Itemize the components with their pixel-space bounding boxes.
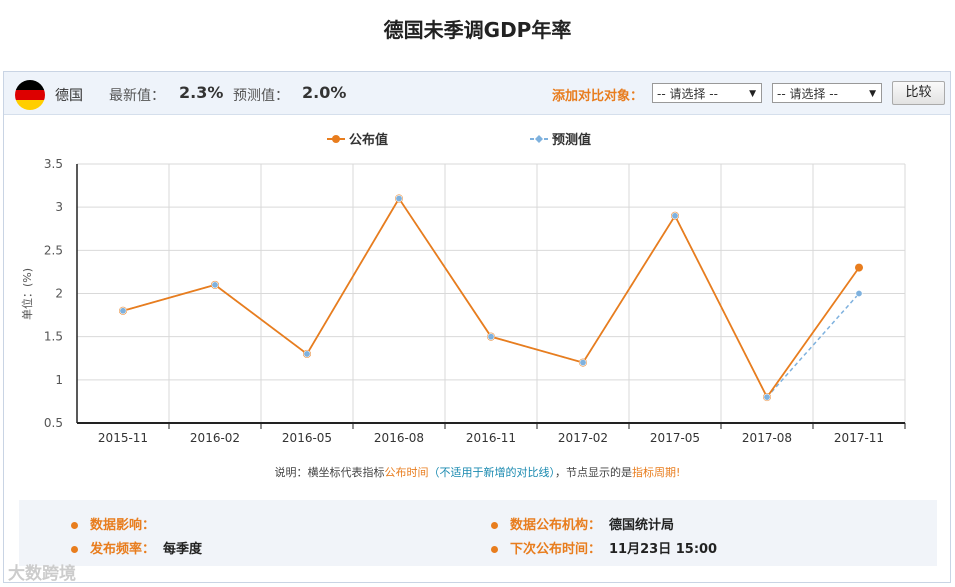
- compare-select-2-value: -- 请选择 --: [777, 87, 838, 101]
- y-axis-label: 单位：(%): [20, 268, 34, 320]
- forecast-point: [303, 350, 311, 358]
- compare-button[interactable]: 比较: [892, 81, 945, 105]
- x-tick-label: 2016-02: [190, 431, 240, 445]
- legend-forecast-label: 预测值: [552, 132, 591, 148]
- actual-series-line: [122, 196, 860, 399]
- note-middle: ，节点显示的是: [555, 466, 633, 479]
- y-tick-label: 1: [55, 373, 63, 387]
- header-bar: 德国 最新值： 2.3% 预测值： 2.0% 添加对比对象： -- 请选择 --…: [4, 72, 950, 115]
- frequency-value: 每季度: [163, 542, 203, 557]
- y-tick-label: 3: [55, 200, 63, 214]
- compare-label: 添加对比对象：: [552, 89, 644, 104]
- line-chart: 0.5 1 1.5 2 2.5 3 3.5 2015-11 2016-02 2016-05 2016…: [20, 132, 906, 445]
- dropdown-arrow-icon: ▼: [749, 89, 756, 99]
- compare-select-2[interactable]: -- 请选择 -- ▼: [772, 83, 882, 103]
- note-not-applicable: （不适用于新增的对比线）: [428, 466, 556, 479]
- impact-label: 数据影响：: [90, 518, 156, 533]
- x-tick-label: 2016-05: [282, 431, 332, 445]
- legend-actual-label: 公布值: [349, 132, 388, 148]
- x-tick-label: 2015-11: [98, 431, 148, 445]
- info-frequency: 发布频率： 每季度: [71, 538, 202, 557]
- compare-select-1[interactable]: -- 请选择 -- ▼: [652, 83, 762, 103]
- next-release-value: 11月23日 15:00: [609, 542, 718, 557]
- dropdown-arrow-icon: ▼: [869, 89, 876, 99]
- note-period: 指标周期!: [632, 466, 681, 479]
- latest-value: 2.3%: [179, 83, 224, 102]
- country-name: 德国: [55, 88, 83, 104]
- bullet-icon: [71, 522, 78, 529]
- info-next-release: 下次公布时间： 11月23日 15:00: [491, 538, 717, 557]
- y-tick-label: 3.5: [44, 157, 63, 171]
- y-tick-label: 1.5: [44, 330, 63, 344]
- forecast-value: 2.0%: [302, 83, 347, 102]
- y-tick-label: 2: [55, 287, 63, 301]
- legend-forecast-marker: [535, 135, 543, 143]
- x-tick-label: 2017-08: [742, 431, 792, 445]
- bullet-icon: [491, 546, 498, 553]
- x-tick-label: 2017-05: [650, 431, 700, 445]
- chart-note: 说明：横坐标代表指标公布时间（不适用于新增的对比线），节点显示的是指标周期!: [0, 464, 955, 480]
- forecast-point: [211, 281, 219, 289]
- actual-point: [855, 263, 863, 272]
- bullet-icon: [491, 522, 498, 529]
- x-tick-label: 2017-11: [834, 431, 884, 445]
- frequency-label: 发布频率：: [90, 542, 156, 557]
- y-tick-label: 0.5: [44, 416, 63, 430]
- latest-label: 最新值：: [109, 88, 165, 104]
- bullet-icon: [71, 546, 78, 553]
- info-organization: 数据公布机构： 德国统计局: [491, 514, 674, 533]
- germany-flag-icon: [15, 80, 45, 110]
- page-title: 德国未季调GDP年率: [383, 18, 572, 42]
- forecast-label: 预测值：: [233, 88, 289, 104]
- next-release-label: 下次公布时间：: [510, 542, 602, 557]
- forecast-point: [579, 359, 587, 367]
- organization-value: 德国统计局: [609, 518, 675, 533]
- note-publish-time: 公布时间: [384, 466, 429, 479]
- info-box: 数据影响： 发布频率： 每季度 数据公布机构： 德国统计局 下次公布时间： 11月23…: [19, 500, 937, 566]
- forecast-point: [671, 212, 679, 220]
- x-tick-label: 2016-08: [374, 431, 424, 445]
- forecast-point: [855, 290, 863, 298]
- organization-label: 数据公布机构：: [510, 518, 602, 533]
- note-prefix: 说明：横坐标代表指标: [274, 466, 385, 479]
- forecast-point: [763, 393, 771, 401]
- forecast-point: [119, 307, 127, 315]
- forecast-point: [395, 195, 403, 203]
- y-tick-label: 2.5: [44, 243, 63, 257]
- x-tick-label: 2017-02: [558, 431, 608, 445]
- watermark-logo: 大数跨境: [8, 564, 76, 584]
- legend-actual-marker: [332, 135, 340, 143]
- info-impact: 数据影响：: [71, 514, 163, 533]
- forecast-point: [487, 333, 495, 341]
- x-tick-label: 2016-11: [466, 431, 516, 445]
- compare-select-1-value: -- 请选择 --: [657, 87, 718, 101]
